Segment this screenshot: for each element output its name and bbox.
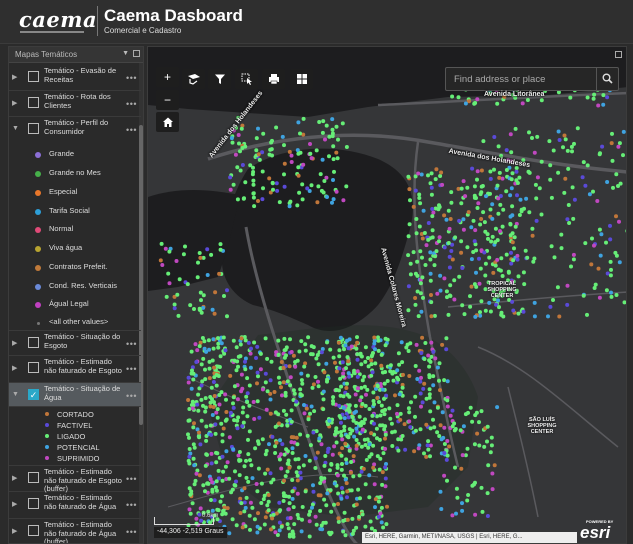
- filter-button[interactable]: [208, 69, 231, 89]
- logo-underline: [20, 31, 84, 33]
- chevron-right-icon[interactable]: ▶: [12, 99, 17, 107]
- layer-estimado-agua-buffer[interactable]: ▶ Temático - Estimado não faturado de Ág…: [9, 519, 141, 544]
- legend-swatch: [45, 456, 49, 460]
- legend-swatch: [37, 322, 40, 325]
- print-button[interactable]: [262, 69, 285, 89]
- layer-label: Temático - Estimado não faturado de Água: [44, 493, 117, 511]
- place-label: SÃO LUÍS SHOPPING CENTER: [527, 417, 557, 435]
- layer-checkbox[interactable]: [28, 123, 39, 134]
- layer-checkbox[interactable]: [28, 472, 39, 483]
- panel-maximize-icon[interactable]: [133, 50, 140, 57]
- chevron-down-icon[interactable]: ▼: [12, 125, 19, 132]
- chevron-right-icon[interactable]: ▶: [12, 474, 17, 482]
- legend-swatch: [35, 246, 41, 252]
- layer-list-panel: Mapas Temáticos ▼ ▶ Temático - Evasão de…: [8, 46, 144, 544]
- layer-estimado-esgoto-buffer[interactable]: ▶ Temático - Estimado não faturado de Es…: [9, 465, 141, 493]
- address-search[interactable]: [445, 67, 619, 91]
- layer-evasao-receitas[interactable]: ▶ Temático - Evasão de Receitas •••: [9, 65, 141, 91]
- header-divider: [97, 6, 98, 36]
- layer-label: Temático - Estimado não faturado de Água…: [44, 520, 117, 544]
- legend-swatch: [45, 445, 49, 449]
- chevron-right-icon[interactable]: ▶: [12, 73, 17, 81]
- layer-label: Temático - Rota dos Clientes: [44, 92, 111, 110]
- more-options-icon[interactable]: •••: [126, 73, 137, 83]
- layer-label: Temático - Situação de Água: [44, 384, 121, 402]
- layer-checkbox[interactable]: [28, 337, 39, 348]
- chevron-down-icon[interactable]: ▼: [12, 391, 19, 398]
- layer-checkbox[interactable]: [28, 97, 39, 108]
- search-button[interactable]: [596, 68, 618, 90]
- more-options-icon[interactable]: •••: [126, 391, 137, 401]
- legend-swatch: [35, 227, 41, 233]
- basemap[interactable]: [148, 47, 627, 544]
- widgets-button[interactable]: [290, 69, 313, 89]
- zoom-out-button[interactable]: −: [156, 90, 179, 110]
- layer-checkbox[interactable]: [28, 71, 39, 82]
- legend-swatch: [45, 423, 49, 427]
- panel-title: Mapas Temáticos: [15, 50, 78, 59]
- home-icon: [162, 117, 173, 127]
- legend-swatch: [35, 152, 41, 158]
- more-options-icon[interactable]: •••: [126, 125, 137, 135]
- layer-estimado-esgoto[interactable]: ▶ Temático - Estimado não faturado de Es…: [9, 356, 141, 383]
- layer-label: Temático - Situação do Esgoto: [44, 332, 121, 350]
- app-subtitle: Comercial e Cadastro: [104, 26, 182, 35]
- chevron-right-icon[interactable]: ▶: [12, 500, 17, 508]
- map-attribution: Esri, HERE, Garmin, METI/NASA, USGS | Es…: [362, 532, 577, 543]
- layer-checkbox[interactable]: [28, 362, 39, 373]
- more-options-icon[interactable]: •••: [126, 474, 137, 484]
- layer-rota-clientes[interactable]: ▶ Temático - Rota dos Clientes •••: [9, 91, 141, 117]
- layer-checkbox-checked[interactable]: ✓: [28, 389, 39, 400]
- chevron-right-icon[interactable]: ▶: [12, 339, 17, 347]
- legend-swatch: [35, 265, 41, 271]
- layer-estimado-agua[interactable]: ▶ Temático - Estimado não faturado de Ág…: [9, 492, 141, 519]
- more-options-icon[interactable]: •••: [126, 339, 137, 349]
- place-label: TROPICAL SHOPPING CENTER: [487, 281, 517, 299]
- layer-checkbox[interactable]: [28, 525, 39, 536]
- legend-swatch: [35, 171, 41, 177]
- layer-label: Temático - Evasão de Receitas: [44, 66, 117, 84]
- coordinate-readout: -44,306 -2,519 Graus: [154, 527, 227, 538]
- select-button[interactable]: [235, 69, 258, 89]
- more-options-icon[interactable]: •••: [126, 99, 137, 109]
- street-label: Avenida Litorânea: [484, 91, 545, 98]
- map-view[interactable]: + − Avenida Litorânea Avenida dos Holand…: [147, 46, 627, 544]
- map-maximize-icon[interactable]: [615, 51, 622, 58]
- basemap-button[interactable]: [182, 69, 205, 89]
- zoom-in-button[interactable]: +: [156, 67, 179, 87]
- app-header: caema Caema Dasboard Comercial e Cadastr…: [0, 0, 633, 44]
- caema-logo: caema: [19, 7, 98, 32]
- search-input[interactable]: [446, 68, 594, 90]
- layer-label: Temático - Perfil do Consumidor: [44, 118, 109, 136]
- more-options-icon[interactable]: •••: [126, 527, 137, 537]
- chevron-right-icon[interactable]: ▶: [12, 527, 17, 535]
- panel-dropdown-icon[interactable]: ▼: [122, 50, 129, 57]
- layer-checkbox[interactable]: [28, 498, 39, 509]
- layer-situacao-agua[interactable]: ▼ ✓ Temático - Situação de Água •••: [9, 383, 141, 407]
- layer-label: Temático - Estimado não faturado de Esgo…: [44, 357, 122, 375]
- scale-label: 0.6km: [202, 513, 219, 519]
- esri-logo: POWERED BY esri: [580, 519, 614, 542]
- panel-header: Mapas Temáticos ▼: [9, 47, 143, 63]
- layer-situacao-esgoto[interactable]: ▶ Temático - Situação do Esgoto •••: [9, 330, 141, 356]
- more-options-icon[interactable]: •••: [126, 500, 137, 510]
- filter-icon: [214, 74, 225, 84]
- home-button[interactable]: [156, 112, 179, 132]
- more-options-icon[interactable]: •••: [126, 364, 137, 374]
- legend-swatch: [45, 412, 49, 416]
- chevron-right-icon[interactable]: ▶: [12, 364, 17, 372]
- legend-swatch: [35, 209, 41, 215]
- layer-perfil-consumidor[interactable]: ▼ Temático - Perfil do Consumidor •••: [9, 117, 141, 141]
- legend-swatch: [35, 302, 41, 308]
- app-title: Caema Dasboard: [104, 6, 243, 25]
- layer-label: Temático - Estimado não faturado de Esgo…: [44, 467, 122, 493]
- legend-swatch: [35, 284, 41, 290]
- legend-swatch: [45, 434, 49, 438]
- legend-swatch: [35, 190, 41, 196]
